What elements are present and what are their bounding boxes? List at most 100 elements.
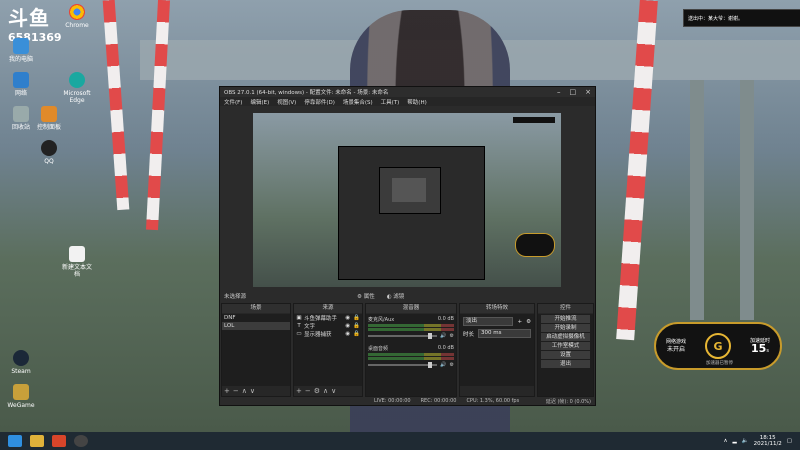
browser-source-icon: ▣ (296, 315, 302, 321)
accelerator-widget[interactable]: 网络游戏 未开启 G 加速延时 15s 加速器已暂停 (654, 322, 782, 370)
steam-icon (13, 350, 29, 366)
desktop-icon-edge[interactable]: Microsoft Edge (60, 72, 94, 104)
desktop-icon-wegame[interactable]: WeGame (4, 384, 38, 409)
channel-settings-icon[interactable]: ⚙ (450, 362, 454, 368)
obs-preview[interactable] (253, 113, 561, 287)
transition-select[interactable]: 淡出 (463, 317, 514, 326)
menu-view[interactable]: 视图(V) (277, 98, 296, 106)
close-icon[interactable]: × (585, 88, 591, 96)
wallpaper-pillar (740, 80, 754, 320)
transition-settings-icon[interactable]: ⚙ (526, 319, 531, 325)
wegame-icon (13, 384, 29, 400)
settings-button[interactable]: 设置 (541, 351, 590, 359)
lock-icon[interactable]: 🔒 (353, 315, 360, 321)
file-explorer-icon[interactable] (30, 435, 44, 447)
taskbar-clock[interactable]: 18:15 2021/11/2 (754, 435, 782, 447)
desktop-icon-chrome[interactable]: Chrome (60, 4, 94, 29)
transitions-dock: 转场特效 淡出 + ⚙ 时长 300 ms (459, 303, 535, 397)
desktop-icon-computer[interactable]: 我的电脑 (4, 38, 38, 63)
tray-chevron-icon[interactable]: ∧ (723, 438, 727, 444)
audio-meter (368, 353, 454, 356)
menu-edit[interactable]: 编辑(E) (250, 98, 269, 106)
douyu-logo: 斗鱼 (8, 6, 50, 30)
system-tray: ∧ ▂ 🔈 18:15 2021/11/2 ▢ (723, 435, 800, 447)
menu-docks[interactable]: 停靠部件(D) (304, 98, 335, 106)
start-streaming-button[interactable]: 开始推流 (541, 315, 590, 323)
duration-input[interactable]: 300 ms (478, 329, 531, 338)
menu-tools[interactable]: 工具(T) (381, 98, 400, 106)
move-up-icon[interactable]: ∧ (242, 387, 247, 395)
desktop-icon-network[interactable]: 网络 (4, 72, 38, 97)
move-up-icon[interactable]: ∧ (323, 387, 328, 395)
audio-meter (368, 324, 454, 327)
widget-right: 加速延时 15s (749, 338, 770, 355)
visibility-eye-icon[interactable]: ◉ (345, 315, 350, 321)
volume-tray-icon[interactable]: 🔈 (742, 438, 749, 444)
controls-title: 控件 (538, 304, 593, 313)
speaker-icon[interactable]: 🔊 (440, 362, 446, 368)
start-virtual-camera-button[interactable]: 启动虚拟摄像机 (541, 333, 590, 341)
menu-help[interactable]: 帮助(H) (407, 98, 426, 106)
move-down-icon[interactable]: ∨ (331, 387, 336, 395)
network-tray-icon[interactable]: ▂ (733, 438, 737, 444)
maximize-icon[interactable]: □ (570, 88, 577, 96)
volume-slider[interactable] (368, 362, 438, 368)
audio-meter (368, 328, 454, 331)
remove-scene-icon[interactable]: − (233, 387, 239, 395)
remove-source-icon[interactable]: − (305, 387, 311, 395)
obs-docks: 场景 DNF LOL + − ∧ ∨ 来源 ▣ 斗鱼弹幕助手 ◉ 🔒 T 文字 … (220, 303, 595, 397)
duration-label: 时长 (463, 331, 475, 338)
start-windows-icon[interactable] (8, 435, 22, 447)
desktop-icon-steam[interactable]: Steam (4, 350, 38, 375)
wallpaper-pole (145, 0, 171, 231)
notification-icon[interactable]: ▢ (787, 438, 792, 444)
exit-button[interactable]: 退出 (541, 360, 590, 368)
visibility-eye-icon[interactable]: ◉ (345, 323, 350, 329)
add-source-icon[interactable]: + (296, 387, 302, 395)
filters-button[interactable]: ◐ 滤镜 (387, 292, 405, 300)
volume-slider[interactable] (368, 333, 438, 339)
lock-icon[interactable]: 🔒 (353, 323, 360, 329)
network-icon (13, 72, 29, 88)
source-item[interactable]: ▣ 斗鱼弹幕助手 ◉ 🔒 (294, 314, 362, 322)
scenes-title: 场景 (222, 304, 290, 313)
channel-settings-icon[interactable]: ⚙ (450, 333, 454, 339)
source-item[interactable]: T 文字 ◉ 🔒 (294, 322, 362, 330)
obs-statusbar: LIVE: 00:00:00 REC: 00:00:00 CPU: 1.3%, … (220, 397, 595, 405)
add-scene-icon[interactable]: + (224, 387, 230, 395)
scene-item[interactable]: LOL (222, 322, 290, 330)
menu-scene-collection[interactable]: 场景集合(S) (343, 98, 373, 106)
widget-subtitle: 加速器已暂停 (706, 361, 733, 366)
mixer-title: 混音器 (366, 304, 456, 313)
desktop-icon-control-panel[interactable]: 控制面板 (32, 106, 66, 131)
lock-icon[interactable]: 🔒 (353, 331, 360, 337)
studio-mode-button[interactable]: 工作室模式 (541, 342, 590, 350)
menu-file[interactable]: 文件(F) (224, 98, 242, 106)
transitions-title: 转场特效 (460, 304, 534, 313)
accelerator-logo-icon: G (705, 333, 731, 359)
start-recording-button[interactable]: 开始录制 (541, 324, 590, 332)
scene-item[interactable]: DNF (222, 314, 290, 322)
source-settings-icon[interactable]: ⚙ (314, 387, 320, 395)
audio-meter (368, 357, 454, 360)
dropped-frames: 延迟 (帧): 0 (0.0%) (545, 398, 591, 405)
desktop-icon-textfile[interactable]: 新建文本文档 (60, 246, 94, 278)
add-transition-icon[interactable]: + (517, 319, 522, 325)
app-icon[interactable] (52, 435, 66, 447)
move-down-icon[interactable]: ∨ (250, 387, 255, 395)
obs-taskbar-icon[interactable] (74, 435, 88, 447)
visibility-eye-icon[interactable]: ◉ (345, 331, 350, 337)
desktop-icon-qq[interactable]: QQ (32, 140, 66, 165)
sources-title: 来源 (294, 304, 362, 313)
context-bar: 未选择源 ⚙ 属性 ◐ 滤镜 (220, 291, 595, 301)
computer-icon (13, 38, 29, 54)
properties-button[interactable]: ⚙ 属性 (357, 292, 375, 300)
live-timer: LIVE: 00:00:00 (374, 398, 411, 404)
obs-window[interactable]: OBS 27.0.1 (64-bit, windows) - 配置文件: 未命名… (219, 86, 596, 406)
scenes-dock: 场景 DNF LOL + − ∧ ∨ (221, 303, 291, 397)
source-item[interactable]: ▭ 显示器捕获 ◉ 🔒 (294, 330, 362, 338)
minimize-icon[interactable]: – (557, 88, 561, 96)
speaker-icon[interactable]: 🔊 (440, 333, 446, 339)
obs-titlebar[interactable]: OBS 27.0.1 (64-bit, windows) - 配置文件: 未命名… (220, 87, 595, 97)
mixer-channel: 桌面音频 0.0 dB 🔊 ⚙ (368, 345, 454, 368)
